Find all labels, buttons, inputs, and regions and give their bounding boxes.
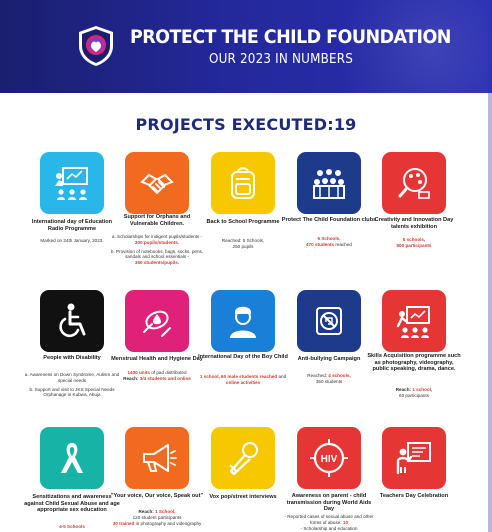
label-vox-pop: Vox pop/street interviews: [209, 494, 277, 500]
tile-menstrual-health: [125, 290, 189, 352]
hiv-awareness-icon: HIV: [310, 439, 348, 477]
menstrual-hygiene-icon: [143, 310, 171, 337]
desc-highlight: Reach:: [123, 375, 139, 381]
microphone-icon: [229, 442, 258, 476]
creativity-palette-icon: [398, 168, 430, 199]
desc-highlight: 1 school, 60 male students reached: [199, 374, 278, 379]
label-teachers-day: Teachers Day Celebration: [379, 493, 449, 499]
wheelchair-icon: [59, 303, 86, 337]
tile-vox-pop: [211, 427, 275, 489]
desc-disability: a. Awareness on Down Syndrome, Autism an…: [24, 372, 120, 398]
label-back-to-school: Back to School Programme: [206, 219, 280, 225]
desc-text: Reached:: [307, 373, 327, 378]
desc-anti-bullying: Reached: 4 schools, 350 students: [281, 373, 377, 385]
school-bag-icon: [231, 167, 255, 199]
label-sensitization: Sensitizations and awareness against Chi…: [24, 494, 120, 514]
desc-text: in photography and videography: [135, 520, 202, 526]
desc-ptcf-clubs: 5 Schools, 470 students reached: [281, 236, 377, 248]
desc-text: reached: [335, 241, 352, 247]
foundation-logo-icon: [79, 26, 113, 66]
desc-world-aids-day: - Reported cases of sexual abuse and oth…: [281, 514, 377, 531]
desc-highlight: 350 students/pupils.: [134, 260, 180, 266]
tile-skills-acquisition: [382, 290, 446, 352]
desc-highlight: 500 participants: [396, 242, 432, 248]
tile-ptcf-clubs: [297, 152, 361, 214]
desc-speak-out: Reach: 1 School, 120 student participant…: [109, 509, 205, 526]
tile-teachers-day: [382, 427, 446, 489]
label-world-aids-day: Awareness on parent - child transmission…: [286, 493, 372, 513]
page-title: PROTECT THE CHILD FOUNDATION: [130, 26, 451, 48]
tile-anti-bullying: [297, 290, 361, 352]
desc-text: Reach:: [138, 509, 154, 514]
desc-highlight: 3/4 students and online: [139, 375, 191, 381]
tile-disability: [40, 290, 104, 352]
desc-text: Reach:: [395, 387, 412, 392]
label-disability: People with Disability: [43, 355, 101, 361]
desc-skills-acquisition: Reach: 1 school, 60 participants: [366, 387, 462, 399]
tile-sensitization: [40, 427, 104, 489]
megaphone-icon: [143, 444, 177, 472]
label-ptcf-clubs: Protect The Child Foundation clubs: [281, 217, 377, 223]
desc-highlight: 1 School,: [155, 509, 176, 514]
desc-creativity-day: 5 schools, 500 participants: [366, 237, 462, 249]
label-orphans-support: Support for Orphans and Vulnerable Child…: [123, 214, 191, 227]
desc-highlight: 300 pupils/students.: [134, 239, 180, 245]
tile-creativity-day: [382, 152, 446, 214]
tile-world-aids-day: HIV: [297, 427, 361, 489]
desc-text: b. Provision of notebooks, bags, socks, …: [110, 248, 204, 260]
header-banner: PROTECT THE CHILD FOUNDATION OUR 2023 IN…: [0, 0, 492, 93]
desc-text: b. Support and visit to JKS Special Need…: [29, 386, 115, 398]
label-anti-bullying: Anti-bullying Campaign: [297, 356, 361, 362]
classroom-icon: [55, 167, 88, 200]
label-menstrual-health: Menstrual Health and Hygiene Day: [111, 356, 203, 362]
label-boy-child: International Day of the Boy Child: [198, 354, 288, 360]
desc-text: of pad distributed: [151, 370, 187, 375]
label-education-radio: International day of Education Radio Pro…: [31, 219, 113, 232]
desc-text: 250 pupils: [232, 243, 254, 249]
desc-highlight: 10: [342, 519, 349, 525]
desc-text: - Reported cases of sexual abuse and oth…: [284, 514, 374, 525]
page-subtitle: OUR 2023 IN NUMBERS: [209, 52, 353, 67]
awareness-ribbon-icon: [61, 443, 83, 473]
desc-highlight: 470 students: [306, 241, 335, 247]
desc-highlight: 4 schools,: [328, 373, 351, 378]
svg-text:HIV: HIV: [321, 454, 338, 465]
desc-highlight: online activities: [225, 379, 261, 385]
label-creativity-day: Creativity and Innovation Day talents ex…: [374, 217, 454, 230]
desc-back-to-school: Reached: 5 Schools, 250 pupils: [195, 238, 291, 250]
desc-education-radio: Marked on 24th January, 2023.: [24, 238, 120, 244]
desc-sensitization: 4-5 Schools: [24, 524, 120, 530]
skills-presentation-icon: [396, 306, 430, 338]
tile-boy-child: [211, 290, 275, 352]
helping-hands-icon: [140, 173, 174, 195]
tile-speak-out: [125, 427, 189, 489]
desc-text: Reached: 5 Schools,: [221, 238, 265, 243]
label-speak-out: "Your voice, Our voice, Speak out": [110, 493, 204, 499]
desc-highlight: 1400 units: [127, 370, 150, 375]
desc-text: a. Awareness on Down Syndrome, Autism an…: [24, 372, 120, 383]
desc-highlight: 1 school,: [412, 387, 433, 392]
tile-education-radio: [40, 152, 104, 214]
desc-text: a. Scholarships for indigent pupils/stud…: [111, 234, 203, 239]
tile-orphans-support: [125, 152, 189, 214]
desc-highlight: 4-5 Schools: [59, 524, 85, 529]
desc-text: 350 students: [315, 378, 343, 384]
projects-heading: PROJECTS EXECUTED:19: [135, 115, 357, 134]
anti-bullying-icon: [316, 307, 342, 335]
desc-highlight: 30 trained: [112, 520, 135, 526]
label-skills-acquisition: Skills Acquisition programme such as pho…: [367, 353, 461, 373]
desc-orphans-support: a. Scholarships for indigent pupils/stud…: [109, 234, 205, 266]
desc-boy-child: 1 school, 60 male students reached and o…: [195, 374, 291, 386]
desc-menstrual-health: 1400 units of pad distributed Reach: 3/4…: [109, 370, 205, 382]
desc-text: - Scholarship and education: [300, 525, 358, 531]
tile-back-to-school: [211, 152, 275, 214]
boy-child-icon: [230, 306, 256, 338]
desc-text: Marked on 24th January, 2023.: [40, 238, 104, 243]
right-edge-shadow: [488, 0, 492, 532]
club-group-icon: [313, 169, 345, 199]
teacher-board-icon: [396, 442, 431, 475]
desc-text: 60 participants: [399, 392, 429, 398]
